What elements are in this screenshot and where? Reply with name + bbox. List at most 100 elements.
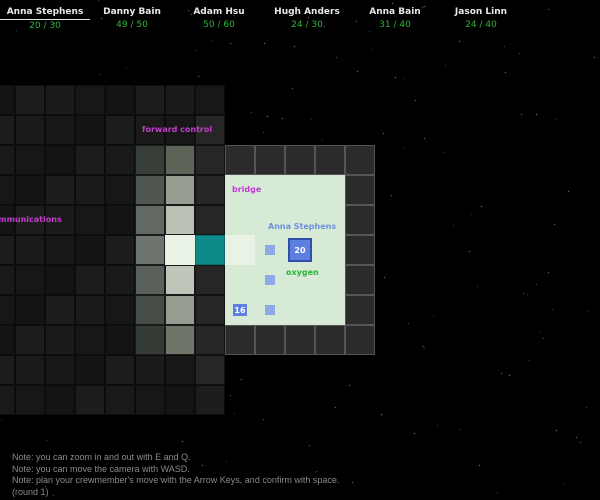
ship-tile[interactable] [165,385,195,415]
ship-tile[interactable] [0,145,15,175]
ship-tile[interactable] [135,295,165,325]
ship-tile[interactable] [45,235,75,265]
ship-tile[interactable] [45,325,75,355]
crew-tab-anna-bain[interactable]: Anna Bain 31 / 40 [350,6,440,32]
ship-tile[interactable] [195,355,225,385]
ship-tile[interactable] [45,265,75,295]
ship-tile[interactable] [345,295,375,325]
bridge-floor-tile[interactable] [315,235,345,265]
ship-tile[interactable] [75,355,105,385]
ship-tile[interactable] [15,295,45,325]
ship-tile[interactable] [45,175,75,205]
bridge-floor-tile[interactable] [225,205,255,235]
move-target-marker[interactable] [265,305,275,315]
ship-tile[interactable] [45,85,75,115]
ship-tile[interactable] [75,295,105,325]
ship-tile[interactable] [0,295,15,325]
ship-tile[interactable] [345,205,375,235]
ship-tile[interactable] [75,85,105,115]
ship-tile[interactable] [165,175,195,205]
crew-tab-adam-hsu[interactable]: Adam Hsu 50 / 60 [174,6,264,32]
ship-tile[interactable] [135,85,165,115]
ship-tile[interactable] [195,205,225,235]
ship-tile[interactable] [105,205,135,235]
ship-tile[interactable] [0,355,15,385]
ship-tile[interactable] [15,175,45,205]
ship-tile[interactable] [345,145,375,175]
ship-tile[interactable] [285,145,315,175]
crew-tab-anna-stephens[interactable]: Anna Stephens 20 / 30 [0,6,90,33]
ship-tile[interactable] [165,325,195,355]
ship-tile[interactable] [105,325,135,355]
ship-tile[interactable] [135,235,165,265]
ship-tile[interactable] [285,325,315,355]
ship-tile[interactable] [105,145,135,175]
ship-tile[interactable] [0,325,15,355]
path-tile[interactable] [225,235,255,265]
bridge-floor-tile[interactable] [285,295,315,325]
move-target-marker[interactable] [265,275,275,285]
ship-tile[interactable] [165,355,195,385]
ship-tile[interactable] [225,325,255,355]
ship-tile[interactable] [135,355,165,385]
ship-tile[interactable] [315,145,345,175]
crew-unit[interactable]: 16 [233,304,247,316]
ship-tile[interactable] [135,385,165,415]
ship-tile[interactable] [165,205,195,235]
ship-tile[interactable] [195,145,225,175]
ship-tile[interactable] [15,265,45,295]
ship-tile[interactable] [345,325,375,355]
ship-tile[interactable] [195,175,225,205]
ship-tile[interactable] [15,235,45,265]
ship-tile[interactable] [225,145,255,175]
ship-tile[interactable] [15,85,45,115]
ship-tile[interactable] [105,295,135,325]
ship-tile[interactable] [195,265,225,295]
ship-tile[interactable] [45,355,75,385]
crew-tab-hugh-anders[interactable]: Hugh Anders 24 / 30 [262,6,352,32]
ship-tile[interactable] [105,355,135,385]
ship-tile[interactable] [15,145,45,175]
ship-tile[interactable] [75,175,105,205]
ship-tile[interactable] [195,85,225,115]
ship-tile[interactable] [105,385,135,415]
ship-tile[interactable] [135,145,165,175]
ship-tile[interactable] [345,265,375,295]
ship-tile[interactable] [0,235,15,265]
ship-tile[interactable] [105,85,135,115]
ship-tile[interactable] [345,175,375,205]
ship-tile[interactable] [195,325,225,355]
ship-tile[interactable] [0,385,15,415]
door[interactable] [195,235,225,265]
ship-tile[interactable] [0,175,15,205]
ship-tile[interactable] [105,265,135,295]
ship-tile[interactable] [75,235,105,265]
ship-tile[interactable] [165,295,195,325]
ship-tile[interactable] [105,115,135,145]
ship-tile[interactable] [75,145,105,175]
ship-tile[interactable] [135,175,165,205]
crew-tab-jason-linn[interactable]: Jason Linn 24 / 40 [436,6,526,32]
ship-tile[interactable] [195,385,225,415]
ship-tile[interactable] [0,85,15,115]
ship-tile[interactable] [45,385,75,415]
ship-tile[interactable] [255,145,285,175]
ship-tile[interactable] [45,295,75,325]
ship-tile[interactable] [105,175,135,205]
bridge-floor-tile[interactable] [315,175,345,205]
move-target-marker[interactable] [265,245,275,255]
crew-tab-danny-bain[interactable]: Danny Bain 49 / 50 [87,6,177,32]
path-tile[interactable] [165,235,195,265]
ship-tile[interactable] [135,265,165,295]
crew-unit-anna-stephens[interactable]: 20 [288,238,312,262]
ship-tile[interactable] [15,355,45,385]
ship-tile[interactable] [15,325,45,355]
ship-tile[interactable] [315,325,345,355]
bridge-floor-tile[interactable] [315,265,345,295]
bridge-floor-tile[interactable] [315,295,345,325]
ship-tile[interactable] [255,325,285,355]
ship-tile[interactable] [135,325,165,355]
ship-tile[interactable] [75,265,105,295]
ship-tile[interactable] [195,295,225,325]
ship-tile[interactable] [15,115,45,145]
